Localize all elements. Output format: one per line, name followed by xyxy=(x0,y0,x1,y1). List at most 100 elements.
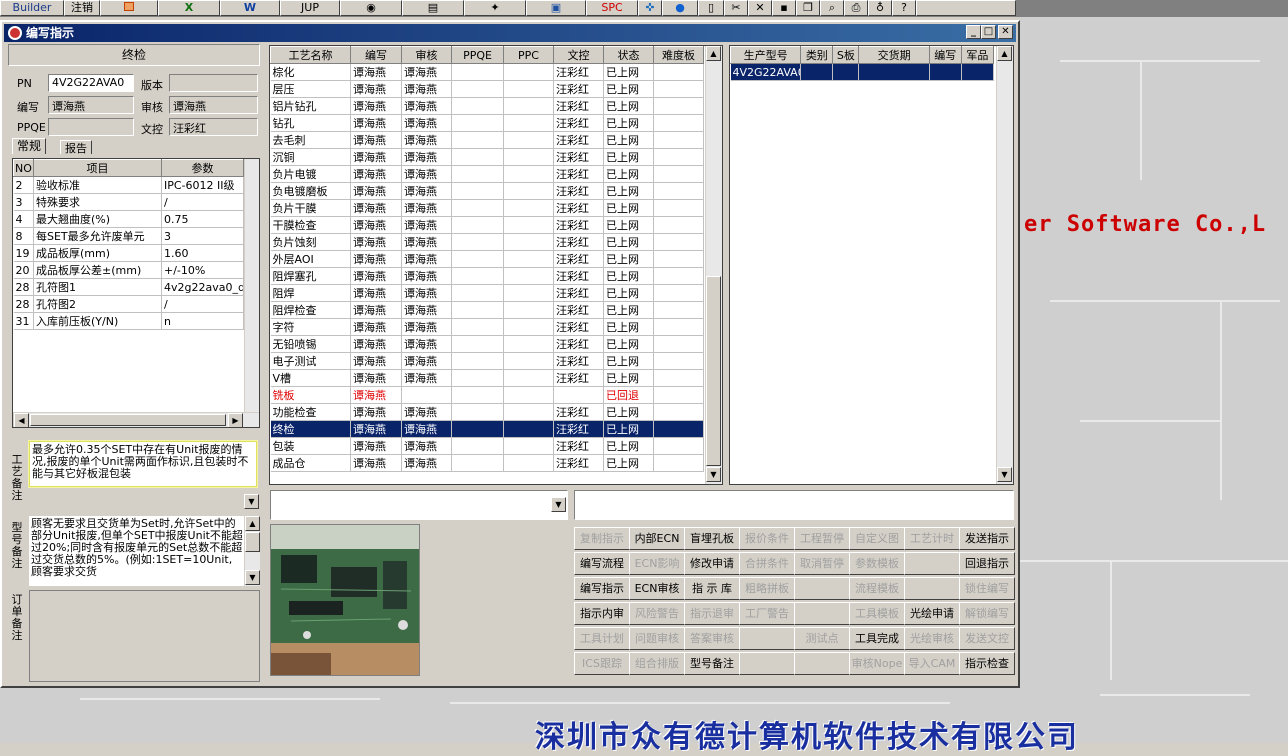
fn-button-blank[interactable] xyxy=(794,602,850,625)
new-file-button[interactable]: ▯ xyxy=(698,0,724,16)
process-row[interactable]: 字符 谭海燕 谭海燕 汪彩红 已上网 xyxy=(270,318,704,336)
fn-button-blank[interactable] xyxy=(794,652,850,675)
database-button[interactable]: ▤ xyxy=(402,0,464,16)
param-row[interactable]: 19 成品板厚(mm) 1.60 xyxy=(13,244,244,262)
process-note-dropdown-icon[interactable]: ▼ xyxy=(244,494,259,509)
process-col-header[interactable]: 审核 xyxy=(401,46,452,64)
model-col-header[interactable]: 军品 xyxy=(960,46,995,64)
combo-dropdown-icon[interactable]: ▼ xyxy=(551,497,566,512)
fn-button-0-5[interactable]: 自定义图 xyxy=(849,527,905,550)
process-col-header[interactable]: 工艺名称 xyxy=(270,46,351,64)
fn-button-4-4[interactable]: 测试点 xyxy=(794,627,850,650)
logout-button[interactable]: 注销 xyxy=(64,0,100,16)
maximize-button[interactable]: □ xyxy=(981,25,996,39)
fn-button-blank[interactable] xyxy=(904,577,960,600)
excel-button[interactable]: X xyxy=(158,0,220,16)
process-col-header[interactable]: PPC xyxy=(503,46,554,64)
process-row[interactable]: 沉铜 谭海燕 谭海燕 汪彩红 已上网 xyxy=(270,148,704,166)
fn-button-0-3[interactable]: 报价条件 xyxy=(739,527,795,550)
params-hscroll-thumb[interactable] xyxy=(30,414,226,426)
fn-button-1-0[interactable]: 编写流程 xyxy=(574,552,630,575)
fn-button-3-7[interactable]: 解锁编写 xyxy=(959,602,1015,625)
process-row[interactable]: 负片干膜 谭海燕 谭海燕 汪彩红 已上网 xyxy=(270,199,704,217)
fn-button-2-7[interactable]: 锁住编写 xyxy=(959,577,1015,600)
param-row[interactable]: 4 最大翘曲度(%) 0.75 xyxy=(13,210,244,228)
tools-button[interactable]: ✦ xyxy=(464,0,526,16)
process-row[interactable]: 负电镀磨板 谭海燕 谭海燕 汪彩红 已上网 xyxy=(270,182,704,200)
process-row[interactable]: 铝片钻孔 谭海燕 谭海燕 汪彩红 已上网 xyxy=(270,97,704,115)
model-col-header[interactable]: 生产型号 xyxy=(730,46,802,64)
spc-button[interactable]: SPC xyxy=(586,0,638,16)
fn-button-5-6[interactable]: 导入CAM xyxy=(904,652,960,675)
find-button[interactable]: ♁ xyxy=(868,0,892,16)
fn-button-0-7[interactable]: 发送指示 xyxy=(959,527,1015,550)
fn-button-0-0[interactable]: 复制指示 xyxy=(574,527,630,550)
model-row[interactable]: 4V2G22AVA0 xyxy=(730,63,995,81)
doc-control-field[interactable]: 汪彩红 xyxy=(169,118,258,136)
brick-button[interactable] xyxy=(100,0,158,16)
model-note-scrollbar[interactable]: ▲ ▼ xyxy=(244,516,260,586)
delete-button[interactable]: ✕ xyxy=(748,0,772,16)
fn-button-4-6[interactable]: 光绘审核 xyxy=(904,627,960,650)
builder-menu[interactable]: Builder xyxy=(0,0,64,16)
param-row[interactable]: 8 每SET最多允许废单元 3 xyxy=(13,227,244,245)
writer-field[interactable]: 谭海燕 xyxy=(48,96,134,114)
fn-button-4-5[interactable]: 工具完成 xyxy=(849,627,905,650)
process-vscrollbar[interactable]: ▲ ▼ xyxy=(705,46,722,484)
tab-general[interactable]: 常规 xyxy=(12,138,47,154)
fn-button-1-1[interactable]: ECN影响 xyxy=(629,552,685,575)
toolbar-combo[interactable] xyxy=(916,0,1016,16)
model-note-down-icon[interactable]: ▼ xyxy=(245,570,260,585)
process-row[interactable]: 包装 谭海燕 谭海燕 汪彩红 已上网 xyxy=(270,437,704,455)
message-field[interactable] xyxy=(574,490,1014,520)
process-col-header[interactable]: 状态 xyxy=(603,46,654,64)
fn-button-0-2[interactable]: 盲埋孔板 xyxy=(684,527,740,550)
param-row[interactable]: 20 成品板厚公差±(mm) +/-10% xyxy=(13,261,244,279)
process-row[interactable]: 电子测试 谭海燕 谭海燕 汪彩红 已上网 xyxy=(270,352,704,370)
process-scroll-down-icon[interactable]: ▼ xyxy=(706,467,721,482)
remark-combo[interactable]: ▼ xyxy=(270,490,568,520)
fn-button-3-1[interactable]: 风险警告 xyxy=(629,602,685,625)
fn-button-0-1[interactable]: 内部ECN xyxy=(629,527,685,550)
model-note-thumb[interactable] xyxy=(245,532,260,552)
fn-button-2-3[interactable]: 粗略拼板 xyxy=(739,577,795,600)
preview-button[interactable]: ⌕ xyxy=(820,0,844,16)
fn-button-1-2[interactable]: 修改申请 xyxy=(684,552,740,575)
param-row[interactable]: 28 孔符图1 4v2g22ava0_dr xyxy=(13,278,244,296)
tab-report[interactable]: 报告 xyxy=(60,140,92,155)
close-window-button[interactable]: ✕ xyxy=(998,25,1013,39)
model-col-header[interactable]: 编写 xyxy=(928,46,962,64)
fn-button-1-4[interactable]: 取消暂停 xyxy=(794,552,850,575)
jup-button[interactable]: JUP xyxy=(280,0,340,16)
process-row[interactable]: 负片蚀刻 谭海燕 谭海燕 汪彩红 已上网 xyxy=(270,233,704,251)
process-note-text[interactable]: 最多允许0.35个SET中存在有Unit报废的情况,报废的单个Unit需两面作标… xyxy=(28,440,258,488)
fn-button-1-7[interactable]: 回退指示 xyxy=(959,552,1015,575)
process-row[interactable]: 成品仓 谭海燕 谭海燕 汪彩红 已上网 xyxy=(270,454,704,472)
model-note-text[interactable]: 顾客无要求且交货单为Set时,允许Set中的部分Unit报废,但单个SET中报废… xyxy=(29,516,245,586)
process-row[interactable]: 外层AOI 谭海燕 谭海燕 汪彩红 已上网 xyxy=(270,250,704,268)
process-row[interactable]: 铣板 谭海燕 已回退 xyxy=(270,386,704,404)
process-row[interactable]: 钻孔 谭海燕 谭海燕 汪彩红 已上网 xyxy=(270,114,704,132)
pn-field[interactable]: 4V2G22AVA0 xyxy=(48,74,134,92)
process-scroll-thumb[interactable] xyxy=(706,276,721,466)
print-button[interactable]: ⎙ xyxy=(844,0,868,16)
fn-button-2-5[interactable]: 流程模板 xyxy=(849,577,905,600)
ppqe-field[interactable] xyxy=(48,118,134,136)
model-scroll-up-icon[interactable]: ▲ xyxy=(997,46,1012,61)
fn-button-3-6[interactable]: 光绘申请 xyxy=(904,602,960,625)
process-col-header[interactable]: 文控 xyxy=(553,46,604,64)
computer-button[interactable]: ▣ xyxy=(526,0,586,16)
fn-button-blank[interactable] xyxy=(794,577,850,600)
order-note-text[interactable] xyxy=(29,590,260,682)
fn-button-4-7[interactable]: 发送文控 xyxy=(959,627,1015,650)
process-col-header[interactable]: 编写 xyxy=(350,46,402,64)
params-vscrollbar[interactable] xyxy=(244,159,259,413)
process-row[interactable]: V槽 谭海燕 谭海燕 汪彩红 已上网 xyxy=(270,369,704,387)
fn-button-5-0[interactable]: ICS跟踪 xyxy=(574,652,630,675)
minimize-button[interactable]: _ xyxy=(966,25,981,39)
process-row[interactable]: 阻焊检查 谭海燕 谭海燕 汪彩红 已上网 xyxy=(270,301,704,319)
process-row[interactable]: 负片电镀 谭海燕 谭海燕 汪彩红 已上网 xyxy=(270,165,704,183)
param-row[interactable]: 3 特殊要求 / xyxy=(13,193,244,211)
process-row[interactable]: 功能检查 谭海燕 谭海燕 汪彩红 已上网 xyxy=(270,403,704,421)
fn-button-3-3[interactable]: 工厂警告 xyxy=(739,602,795,625)
